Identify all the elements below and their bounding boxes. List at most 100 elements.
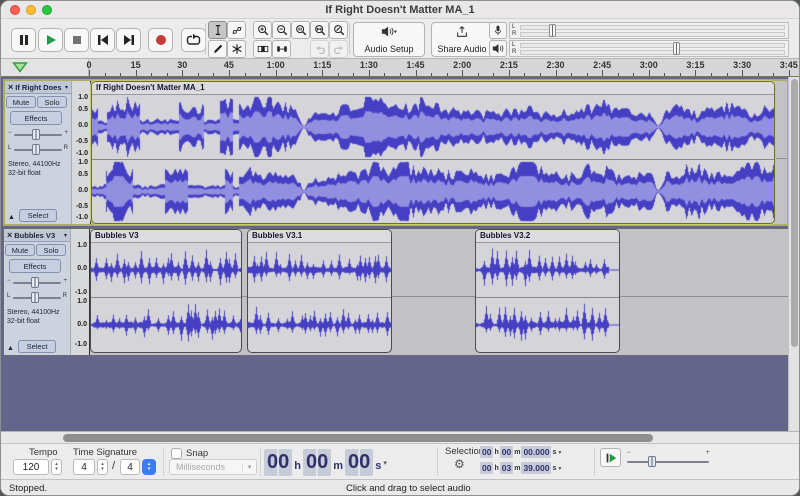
pan-slider[interactable] [31, 292, 39, 303]
zoom-in-button[interactable] [253, 21, 272, 39]
time-signature-upper-input[interactable]: 4 [73, 459, 95, 475]
timeline-ruler[interactable]: 01530451:001:151:301:452:002:152:302:453… [1, 59, 799, 77]
sel-start-hours[interactable]: 00 [480, 446, 493, 458]
audio-position-display[interactable]: 00 h 00 m 00 s ▾ [264, 447, 387, 476]
waveform-canvas[interactable] [91, 243, 241, 297]
zoom-out-button[interactable] [272, 21, 291, 39]
position-hours[interactable]: 00 [264, 449, 292, 476]
track-name[interactable]: Bubbles V3 [14, 231, 62, 240]
audio-clip[interactable]: Bubbles V3.2 [475, 229, 620, 353]
select-track-button[interactable]: Select [19, 209, 57, 222]
tempo-input[interactable]: 120 [13, 459, 49, 475]
pause-button[interactable] [11, 28, 36, 52]
zoom-toggle-button[interactable] [329, 21, 348, 39]
playback-meter[interactable]: L R [509, 40, 789, 57]
audio-clip[interactable]: Bubbles V3 [90, 229, 242, 353]
skip-to-start-button[interactable] [90, 28, 115, 52]
collapse-track-button[interactable]: ▲ [8, 214, 15, 221]
waveform-canvas[interactable] [92, 95, 774, 159]
solo-button[interactable]: Solo [37, 96, 67, 108]
fit-project-button[interactable] [310, 21, 329, 39]
position-minutes[interactable]: 00 [303, 449, 331, 476]
selection-start-field[interactable]: 00 h 00 m 00.000 s ▾ [480, 445, 590, 459]
skip-to-end-button[interactable] [116, 28, 141, 52]
effects-button[interactable]: Effects [10, 111, 62, 125]
clip-title[interactable]: If Right Doesn't Matter MA_1 [92, 82, 774, 95]
multi-tool-button[interactable] [227, 40, 246, 58]
track-row-bubbles[interactable]: × Bubbles V3 ▾ Mute Solo Effects − + L R… [3, 228, 789, 356]
snap-unit-dropdown[interactable]: Milliseconds ▾ [169, 459, 257, 475]
share-audio-button[interactable]: Share Audio [431, 22, 493, 57]
loop-button[interactable] [181, 28, 206, 52]
waveform-canvas[interactable] [91, 298, 241, 352]
track-control-panel[interactable]: × Bubbles V3 ▾ Mute Solo Effects − + L R… [4, 229, 70, 355]
play-button[interactable] [38, 28, 63, 52]
snap-checkbox[interactable] [171, 448, 182, 459]
recording-volume-slider[interactable] [549, 24, 556, 37]
redo-button[interactable] [329, 40, 348, 58]
waveform-canvas[interactable] [92, 160, 774, 223]
time-signature-popup-button[interactable]: ▴ ▾ [142, 459, 156, 475]
audio-clip[interactable]: If Right Doesn't Matter MA_1 [91, 81, 775, 224]
close-track-button[interactable]: × [8, 82, 13, 92]
silence-audio-button[interactable] [272, 40, 291, 58]
vertical-scale-ruler[interactable]: 1.0 0.5 0.0 -0.5 -1.0 1.0 0.5 0.0 -0.5 -… [71, 81, 91, 224]
draw-tool-button[interactable] [208, 40, 227, 58]
track-control-panel[interactable]: × If Right Does ▾ Mute Solo Effects − + … [5, 81, 71, 224]
stop-button[interactable] [64, 28, 89, 52]
clip-title[interactable]: Bubbles V3 [91, 230, 241, 243]
collapse-track-button[interactable]: ▲ [7, 345, 14, 352]
tempo-stepper[interactable]: ▴ ▾ [51, 459, 62, 475]
selection-end-field[interactable]: 00 h 03 m 39.000 s ▾ [480, 461, 590, 475]
selection-tool-button[interactable] [208, 21, 227, 39]
stepper-down-icon[interactable]: ▾ [55, 467, 58, 472]
mute-button[interactable]: Mute [5, 244, 35, 256]
sel-start-minutes[interactable]: 00 [500, 446, 513, 458]
chevron-down-icon[interactable]: ▾ [558, 449, 561, 456]
clip-title[interactable]: Bubbles V3.2 [476, 230, 619, 243]
playback-meter-button[interactable] [489, 40, 507, 57]
chevron-down-icon[interactable]: ▾ [558, 465, 561, 472]
effects-button[interactable]: Effects [9, 259, 61, 273]
track-menu-arrow-icon[interactable]: ▾ [65, 84, 68, 91]
track-lane[interactable]: Bubbles V3 Bubbles V3.1 Bubbles V3.2 [90, 229, 788, 355]
mute-button[interactable]: Mute [6, 96, 36, 108]
track-header[interactable]: × If Right Does ▾ [5, 81, 71, 94]
sel-end-hours[interactable]: 00 [480, 462, 493, 474]
gear-icon[interactable]: ⚙ [454, 457, 465, 471]
sel-end-seconds[interactable]: 39.000 [521, 462, 551, 474]
waveform-canvas[interactable] [476, 243, 619, 297]
waveform-canvas[interactable] [248, 298, 391, 352]
play-speed-slider[interactable] [648, 456, 656, 467]
time-signature-stepper[interactable]: ▴ ▾ [97, 459, 108, 475]
play-at-speed-button[interactable] [600, 448, 621, 467]
recording-meter[interactable]: L R [509, 22, 789, 39]
time-format-dropdown-icon[interactable]: ▾ [383, 459, 387, 476]
waveform-canvas[interactable] [476, 298, 619, 352]
record-button[interactable] [148, 28, 173, 52]
audio-setup-button[interactable]: Audio Setup [353, 22, 425, 57]
track-header[interactable]: × Bubbles V3 ▾ [4, 229, 70, 242]
record-meter-button[interactable] [489, 22, 507, 39]
close-track-button[interactable]: × [7, 230, 12, 240]
track-row-if-right[interactable]: × If Right Does ▾ Mute Solo Effects − + … [3, 79, 789, 226]
envelope-tool-button[interactable] [227, 21, 246, 39]
clip-title[interactable]: Bubbles V3.1 [248, 230, 391, 243]
vertical-scrollbar[interactable] [788, 77, 799, 431]
track-area[interactable]: × If Right Does ▾ Mute Solo Effects − + … [1, 77, 799, 431]
volume-slider[interactable] [31, 277, 39, 288]
position-seconds[interactable]: 00 [345, 449, 373, 476]
pan-slider[interactable] [32, 144, 40, 155]
vertical-scrollbar-thumb[interactable] [791, 79, 798, 347]
titlebar[interactable]: If Right Doesn't Matter MA_1 [1, 1, 799, 19]
select-track-button[interactable]: Select [18, 340, 56, 353]
horizontal-scrollbar[interactable] [1, 431, 799, 443]
track-lane[interactable]: If Right Doesn't Matter MA_1 [91, 81, 787, 224]
track-menu-arrow-icon[interactable]: ▾ [64, 232, 67, 239]
time-signature-lower-input[interactable]: 4 [120, 459, 140, 475]
sel-end-minutes[interactable]: 03 [500, 462, 513, 474]
audio-clip[interactable]: Bubbles V3.1 [247, 229, 392, 353]
stepper-down-icon[interactable]: ▾ [101, 467, 104, 472]
fit-selection-button[interactable] [291, 21, 310, 39]
volume-slider[interactable] [32, 129, 40, 140]
